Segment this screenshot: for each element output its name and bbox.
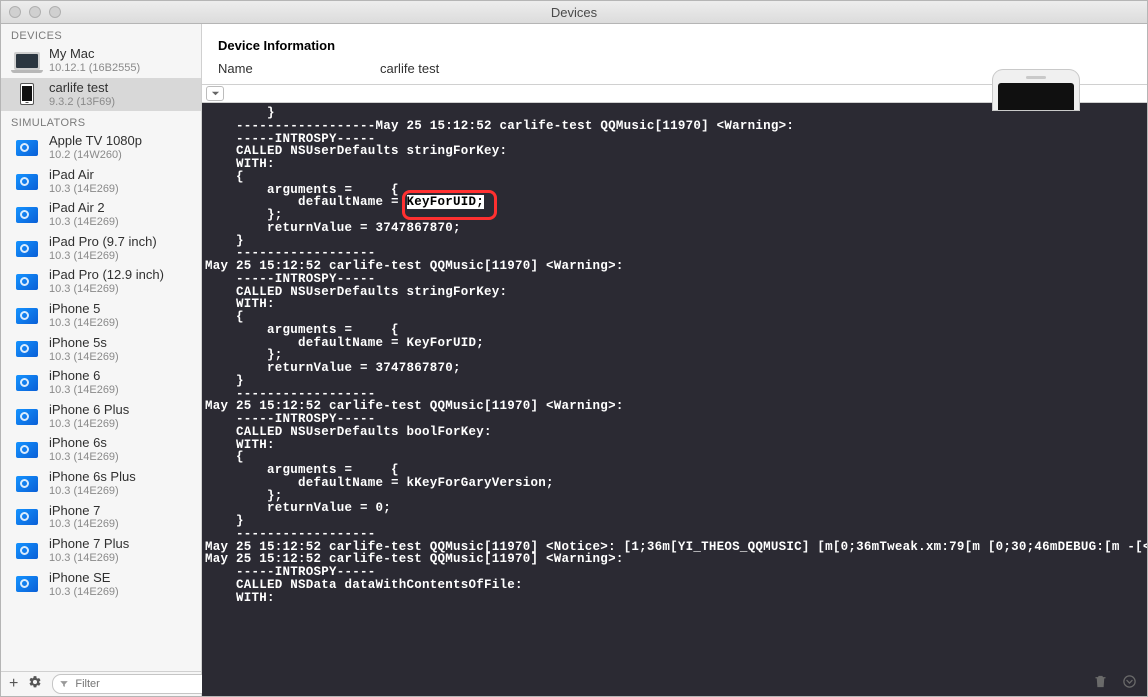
sidebar-device-row[interactable]: Apple TV 1080p10.2 (14W260) xyxy=(1,131,201,165)
device-subtitle: 10.3 (14E269) xyxy=(49,283,164,296)
device-name: iPhone 7 Plus xyxy=(49,537,129,552)
device-name: iPhone 6 xyxy=(49,369,119,384)
device-name: iPhone 6 Plus xyxy=(49,403,129,418)
device-name: My Mac xyxy=(49,47,140,62)
device-name: iPhone SE xyxy=(49,571,119,586)
sidebar-footer: + xyxy=(1,671,201,696)
simulator-icon xyxy=(13,473,41,495)
device-name: Apple TV 1080p xyxy=(49,134,142,149)
device-subtitle: 10.3 (14E269) xyxy=(49,586,119,599)
device-subtitle: 10.3 (14E269) xyxy=(49,552,129,565)
device-subtitle: 10.12.1 (16B2555) xyxy=(49,62,140,75)
device-name: iPhone 5s xyxy=(49,336,119,351)
simulator-icon xyxy=(13,171,41,193)
simulator-icon xyxy=(13,372,41,394)
simulator-icon xyxy=(13,439,41,461)
device-subtitle: 10.3 (14E269) xyxy=(49,216,119,229)
sidebar-device-row[interactable]: iPhone 510.3 (14E269) xyxy=(1,299,201,333)
console-footer-actions xyxy=(1093,674,1137,692)
simulator-icon xyxy=(13,573,41,595)
simulator-icon xyxy=(13,305,41,327)
device-subtitle: 10.3 (14E269) xyxy=(49,183,119,196)
devices-sidebar: DEVICESMy Mac10.12.1 (16B2555)carlife te… xyxy=(1,24,202,696)
sidebar-device-row[interactable]: iPhone 710.3 (14E269) xyxy=(1,501,201,535)
device-subtitle: 9.3.2 (13F69) xyxy=(49,96,115,109)
simulator-icon xyxy=(13,238,41,260)
sidebar-device-row[interactable]: iPhone 7 Plus10.3 (14E269) xyxy=(1,534,201,568)
device-subtitle: 10.3 (14E269) xyxy=(49,518,119,531)
console-menu-button[interactable] xyxy=(206,86,224,101)
iphone-icon xyxy=(13,83,41,105)
device-info-title: Device Information xyxy=(218,38,1131,53)
filter-field[interactable] xyxy=(52,674,226,694)
device-subtitle: 10.3 (14E269) xyxy=(49,250,157,263)
sidebar-device-row[interactable]: carlife test9.3.2 (13F69) xyxy=(1,78,201,112)
device-subtitle: 10.2 (14W260) xyxy=(49,149,142,162)
settings-gear-icon[interactable] xyxy=(28,675,42,693)
sidebar-device-row[interactable]: iPad Air 210.3 (14E269) xyxy=(1,198,201,232)
simulator-icon xyxy=(13,338,41,360)
filter-icon xyxy=(59,679,69,689)
sidebar-device-row[interactable]: My Mac10.12.1 (16B2555) xyxy=(1,44,201,78)
device-name: iPad Pro (9.7 inch) xyxy=(49,235,157,250)
device-subtitle: 10.3 (14E269) xyxy=(49,418,129,431)
device-name: iPhone 5 xyxy=(49,302,119,317)
filter-input[interactable] xyxy=(73,677,219,691)
info-value: carlife test xyxy=(380,61,439,76)
sidebar-section-header: SIMULATORS xyxy=(1,111,201,131)
simulator-icon xyxy=(13,204,41,226)
simulator-icon xyxy=(13,271,41,293)
simulator-icon xyxy=(13,506,41,528)
trash-icon[interactable] xyxy=(1093,674,1108,692)
device-subtitle: 10.3 (14E269) xyxy=(49,485,136,498)
device-console[interactable]: } ------------------May 25 15:12:52 carl… xyxy=(202,103,1147,696)
sidebar-device-row[interactable]: iPhone 610.3 (14E269) xyxy=(1,366,201,400)
device-thumbnail xyxy=(993,70,1079,110)
window-titlebar: Devices xyxy=(1,1,1147,24)
device-name: iPhone 6s Plus xyxy=(49,470,136,485)
device-info-header: Device Information Name carlife test xyxy=(202,24,1147,85)
device-name: iPad Pro (12.9 inch) xyxy=(49,268,164,283)
sidebar-section-header: DEVICES xyxy=(1,24,201,44)
mac-icon xyxy=(13,50,41,72)
detail-pane: Device Information Name carlife test } -… xyxy=(202,24,1147,696)
device-subtitle: 10.3 (14E269) xyxy=(49,351,119,364)
simulator-icon xyxy=(13,137,41,159)
device-name: iPad Air xyxy=(49,168,119,183)
window-title: Devices xyxy=(1,5,1147,20)
device-name: carlife test xyxy=(49,81,115,96)
console-highlight: KeyForUID; xyxy=(407,195,485,209)
sidebar-device-row[interactable]: iPhone 6s Plus10.3 (14E269) xyxy=(1,467,201,501)
device-name: iPhone 7 xyxy=(49,504,119,519)
device-subtitle: 10.3 (14E269) xyxy=(49,384,119,397)
sidebar-device-row[interactable]: iPhone 6 Plus10.3 (14E269) xyxy=(1,400,201,434)
sidebar-device-row[interactable]: iPad Pro (12.9 inch)10.3 (14E269) xyxy=(1,265,201,299)
sidebar-device-row[interactable]: iPad Pro (9.7 inch)10.3 (14E269) xyxy=(1,232,201,266)
simulator-icon xyxy=(13,406,41,428)
sidebar-device-row[interactable]: iPhone 5s10.3 (14E269) xyxy=(1,333,201,367)
device-subtitle: 10.3 (14E269) xyxy=(49,317,119,330)
add-button[interactable]: + xyxy=(9,676,18,692)
sidebar-device-row[interactable]: iPhone SE10.3 (14E269) xyxy=(1,568,201,602)
device-subtitle: 10.3 (14E269) xyxy=(49,451,119,464)
simulator-icon xyxy=(13,540,41,562)
device-name: iPad Air 2 xyxy=(49,201,119,216)
sidebar-device-row[interactable]: iPhone 6s10.3 (14E269) xyxy=(1,433,201,467)
info-label: Name xyxy=(218,61,380,76)
download-icon[interactable] xyxy=(1122,674,1137,692)
sidebar-device-row[interactable]: iPad Air10.3 (14E269) xyxy=(1,165,201,199)
device-name: iPhone 6s xyxy=(49,436,119,451)
